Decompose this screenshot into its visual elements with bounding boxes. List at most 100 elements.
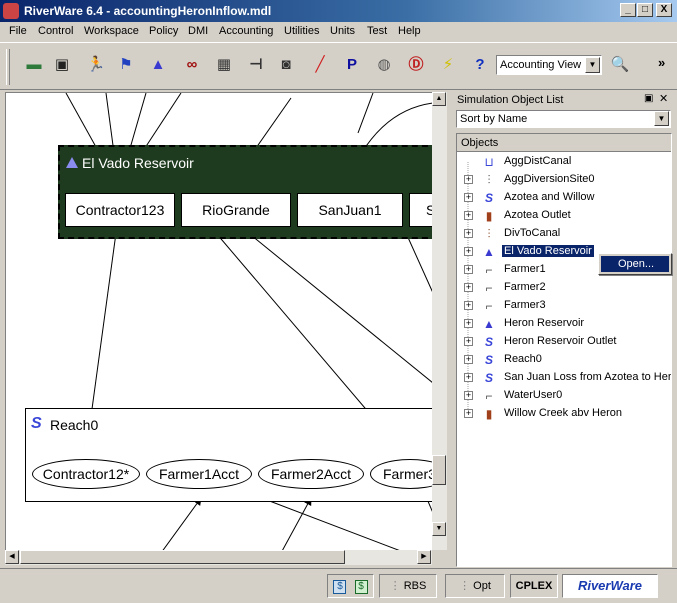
object-list-item[interactable]: + ⫶ AggDiversionSite0 [457, 171, 671, 189]
sort-select[interactable]: Sort by Name ▼ [456, 110, 671, 128]
riverware-app-icon[interactable] [3, 3, 19, 19]
scroll-right-icon[interactable]: ▶ [417, 550, 431, 564]
water-user-icon: ⌐ [485, 299, 493, 313]
opt-status[interactable]: ⋮ Opt [445, 574, 505, 598]
menu-accounting[interactable]: Accounting [219, 25, 273, 37]
reach-icon: S [484, 191, 493, 205]
link-icon[interactable]: ∞ [180, 53, 204, 77]
expand-plus-icon[interactable]: + [464, 355, 473, 364]
expand-plus-icon[interactable]: + [464, 175, 473, 184]
el-vado-reservoir-group[interactable]: El Vado Reservoir Contractor123 RioGrand… [58, 145, 432, 239]
account-contractor12[interactable]: Contractor12* [32, 459, 140, 489]
view-select[interactable]: Accounting View ▼ [496, 55, 602, 75]
expand-plus-icon[interactable]: + [464, 337, 473, 346]
menu-policy[interactable]: Policy [149, 25, 178, 37]
restore-panel-icon[interactable]: ▣ [644, 93, 653, 104]
account-sanjuan1[interactable]: SanJuan1 [297, 193, 403, 227]
workspace-canvas[interactable]: El Vado Reservoir Contractor123 RioGrand… [5, 92, 432, 550]
toolbar-grip[interactable] [6, 49, 10, 85]
context-menu-open[interactable]: Open... [601, 256, 669, 272]
zoom-magnifier-icon[interactable]: 🔍 [608, 53, 632, 77]
expand-plus-icon[interactable]: + [464, 391, 473, 400]
expand-plus-icon[interactable]: + [464, 283, 473, 292]
menu-file[interactable]: File [9, 25, 27, 37]
object-list-item[interactable]: + S Azotea and Willow [457, 189, 671, 207]
canvas-vertical-scrollbar[interactable]: ▲ ▼ [432, 92, 447, 550]
object-list-item[interactable]: + ▲ Heron Reservoir [457, 315, 671, 333]
chevron-down-icon[interactable]: ▼ [654, 111, 669, 126]
reach0-group[interactable]: S Reach0 Contractor12* Farmer1Acct Farme… [25, 408, 432, 502]
database-icon[interactable]: ◍ [372, 53, 396, 77]
account-farmer1acct[interactable]: Farmer1Acct [146, 459, 252, 489]
menu-dmi[interactable]: DMI [188, 25, 208, 37]
menu-control[interactable]: Control [38, 25, 73, 37]
object-list-item[interactable]: + ⌐ WaterUser0 [457, 387, 671, 405]
vertical-scroll-thumb[interactable] [432, 455, 446, 485]
object-list-item[interactable]: ⊔ AggDistCanal [457, 153, 671, 171]
dollar-icon-left[interactable]: $ [333, 580, 347, 594]
policy-p-icon[interactable]: P [340, 53, 364, 77]
reservoir-icon: ▲ [483, 245, 495, 259]
account-contractor123[interactable]: Contractor123 [65, 193, 175, 227]
riverware-logo: RiverWare [562, 574, 658, 598]
object-list-item[interactable]: + S Heron Reservoir Outlet [457, 333, 671, 351]
canvas-horizontal-scrollbar[interactable]: ◀ ▶ [5, 550, 432, 565]
scroll-up-icon[interactable]: ▲ [432, 92, 446, 106]
scroll-down-icon[interactable]: ▼ [432, 522, 446, 536]
object-list-item[interactable]: + ⫶ DivToCanal [457, 225, 671, 243]
expand-plus-icon[interactable]: + [464, 301, 473, 310]
menu-help[interactable]: Help [398, 25, 421, 37]
close-button[interactable]: X [656, 3, 672, 17]
menu-test[interactable]: Test [367, 25, 387, 37]
objects-column-header[interactable]: Objects [457, 134, 671, 152]
grid-table-icon[interactable]: ▦ [212, 53, 236, 77]
save-disk-icon[interactable]: ▣ [50, 53, 74, 77]
object-list-item-label: DivToCanal [504, 227, 561, 239]
dollar-icon-right[interactable]: $ [354, 580, 368, 594]
expand-plus-icon[interactable]: + [464, 229, 473, 238]
run-figure-icon[interactable]: 🏃 [84, 53, 108, 77]
resize-corner-icon[interactable] [432, 550, 447, 565]
lightning-icon[interactable]: ⚡ [436, 53, 460, 77]
object-tree: ⊔ AggDistCanal + ⫶ AggDiversionSite0 + S Azotea… [457, 153, 671, 453]
account-riogrande[interactable]: RioGrande [181, 193, 291, 227]
expand-plus-icon[interactable]: + [464, 211, 473, 220]
opt-label: Opt [473, 580, 491, 592]
multi-run-icon[interactable]: ⚑ [114, 53, 138, 77]
close-panel-icon[interactable]: ✕ [659, 92, 668, 105]
menu-units[interactable]: Units [330, 25, 355, 37]
expand-plus-icon[interactable]: + [464, 409, 473, 418]
object-list-item[interactable]: + S Reach0 [457, 351, 671, 369]
menu-utilities[interactable]: Utilities [284, 25, 319, 37]
minimize-button[interactable]: _ [620, 3, 636, 17]
scroll-left-icon[interactable]: ◀ [5, 550, 19, 564]
object-list-item[interactable]: + ⌐ Farmer2 [457, 279, 671, 297]
expand-plus-icon[interactable]: + [464, 319, 473, 328]
horizontal-scroll-thumb[interactable] [20, 550, 345, 564]
account-farmer2acct[interactable]: Farmer2Acct [258, 459, 364, 489]
toolbar-overflow-icon[interactable]: » [658, 55, 665, 70]
object-list[interactable]: Objects ⊔ AggDistCanal + ⫶ AggDiversionSite0… [456, 133, 672, 567]
el-vado-title: El Vado Reservoir [82, 155, 194, 171]
plot-icon[interactable]: ╱ [308, 53, 332, 77]
menu-workspace[interactable]: Workspace [84, 25, 139, 37]
expand-plus-icon[interactable]: + [464, 373, 473, 382]
expand-plus-icon[interactable]: + [464, 193, 473, 202]
maximize-button[interactable]: □ [637, 3, 653, 17]
object-list-item[interactable]: + ▮ Willow Creek abv Heron [457, 405, 671, 423]
triangle-object-icon[interactable]: ▲ [146, 53, 170, 77]
object-list-item[interactable]: + S San Juan Loss from Azotea to Heron [457, 369, 671, 387]
expand-plus-icon[interactable]: + [464, 265, 473, 274]
camera-icon[interactable]: ◙ [274, 53, 298, 77]
diagnostics-d-icon[interactable]: Ⓓ [404, 53, 428, 77]
input-icon[interactable]: ⊣ [244, 53, 268, 77]
rbs-status[interactable]: ⋮ RBS [379, 574, 437, 598]
open-book-icon[interactable]: ▬ [22, 53, 46, 77]
object-list-item[interactable]: + ⌐ Farmer3 [457, 297, 671, 315]
account-farmer3[interactable]: Farmer3 [370, 459, 432, 489]
account-s-truncated[interactable]: S [409, 193, 432, 227]
expand-plus-icon[interactable]: + [464, 247, 473, 256]
chevron-down-icon[interactable]: ▼ [585, 57, 600, 73]
help-question-icon[interactable]: ? [468, 53, 492, 77]
object-list-item[interactable]: + ▮ Azotea Outlet [457, 207, 671, 225]
